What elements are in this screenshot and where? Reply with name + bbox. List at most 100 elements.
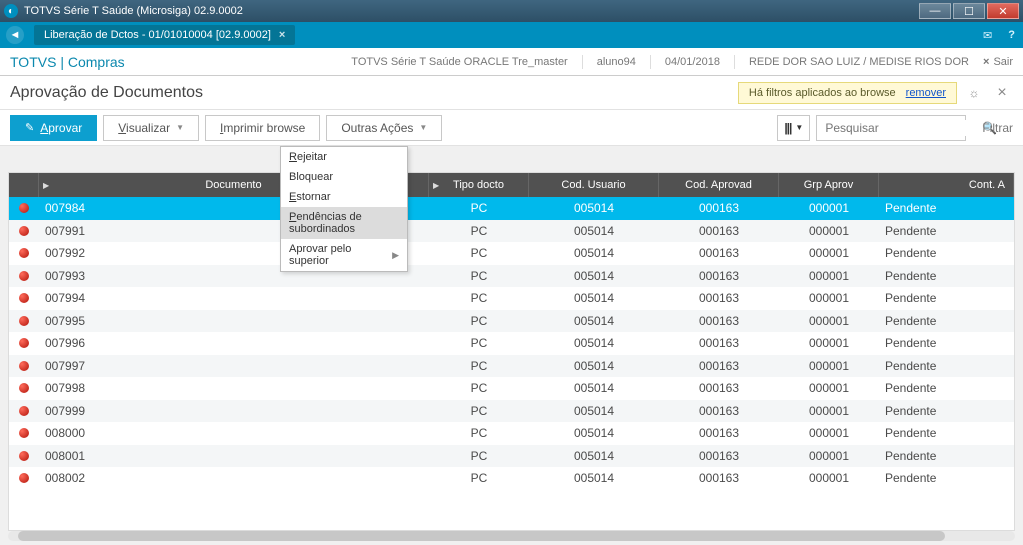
meta-org: REDE DOR SAO LUIZ / MEDISE RIOS DOR xyxy=(749,56,969,68)
cell-tipo: PC xyxy=(429,336,529,350)
cell-usuario: 005014 xyxy=(529,291,659,305)
visualizar-label: Visualizar xyxy=(118,121,170,135)
visualizar-button[interactable]: Visualizar ▼ xyxy=(103,115,199,141)
cell-aprovad: 000163 xyxy=(659,471,779,485)
status-cell xyxy=(9,473,39,483)
cell-aprovad: 000163 xyxy=(659,449,779,463)
sort-icon: ▶ xyxy=(433,181,439,190)
imprimir-button[interactable]: Imprimir browse xyxy=(205,115,320,141)
close-panel-icon[interactable]: × xyxy=(991,82,1013,104)
search-input[interactable] xyxy=(823,120,982,136)
data-table: ▶Documento ▶Tipo docto Cod. Usuario Cod.… xyxy=(8,172,1015,531)
window-close-button[interactable]: ✕ xyxy=(987,3,1019,19)
columns-icon: ||| xyxy=(784,121,791,135)
cell-aprovad: 000163 xyxy=(659,291,779,305)
meta-user: aluno94 xyxy=(597,56,636,68)
tab-liberacao[interactable]: Liberação de Dctos - 01/01010004 [02.9.0… xyxy=(34,25,295,45)
settings-icon[interactable]: ☼ xyxy=(963,82,985,104)
status-bullet-icon xyxy=(19,451,29,461)
cell-status: Pendente xyxy=(879,404,1009,418)
table-row[interactable]: 007992PC005014000163000001Pendente xyxy=(9,242,1014,265)
menu-bloquear[interactable]: Bloquear xyxy=(281,167,407,187)
view-toggle[interactable]: ||| ▼ xyxy=(777,115,810,141)
imprimir-label: Imprimir browse xyxy=(220,121,305,135)
submenu-arrow-icon: ▶ xyxy=(392,250,399,261)
mail-icon[interactable]: ✉ xyxy=(983,29,992,42)
table-row[interactable]: 007997PC005014000163000001Pendente xyxy=(9,355,1014,378)
table-row[interactable]: 007984PC005014000163000001Pendente xyxy=(9,197,1014,220)
filtrar-link[interactable]: Filtrar xyxy=(982,121,1013,135)
status-cell xyxy=(9,316,39,326)
menu-aprovar-superior[interactable]: Aprovar pelo superior▶ xyxy=(281,239,407,271)
toolbar: ✎ Aprovar Visualizar ▼ Imprimir browse O… xyxy=(0,110,1023,146)
minimize-button[interactable]: — xyxy=(919,3,951,19)
cell-usuario: 005014 xyxy=(529,201,659,215)
cell-grp: 000001 xyxy=(779,201,879,215)
table-row[interactable]: 007991PC005014000163000001Pendente xyxy=(9,220,1014,243)
menu-estornar[interactable]: Estornar xyxy=(281,187,407,207)
col-tipo[interactable]: ▶Tipo docto xyxy=(429,173,529,197)
cell-documento: 007999 xyxy=(39,404,429,418)
outras-acoes-button[interactable]: Outras Ações ▼ xyxy=(326,115,442,141)
table-row[interactable]: 008002PC005014000163000001Pendente xyxy=(9,467,1014,490)
cell-usuario: 005014 xyxy=(529,426,659,440)
cell-status: Pendente xyxy=(879,246,1009,260)
search-box[interactable]: 🔍 xyxy=(816,115,966,141)
cell-usuario: 005014 xyxy=(529,246,659,260)
status-bullet-icon xyxy=(19,271,29,281)
exit-button[interactable]: ×Sair xyxy=(983,56,1013,68)
col-aprovad[interactable]: Cod. Aprovad xyxy=(659,173,779,197)
menu-rejeitar[interactable]: Rejeitar xyxy=(281,147,407,167)
col-cont[interactable]: Cont. A xyxy=(879,173,1014,197)
help-icon[interactable]: ? xyxy=(1008,29,1015,41)
status-bullet-icon xyxy=(19,473,29,483)
table-row[interactable]: 007995PC005014000163000001Pendente xyxy=(9,310,1014,333)
cell-status: Pendente xyxy=(879,224,1009,238)
status-cell xyxy=(9,406,39,416)
table-body: 007984PC005014000163000001Pendente007991… xyxy=(9,197,1014,490)
status-bullet-icon xyxy=(19,361,29,371)
cell-status: Pendente xyxy=(879,201,1009,215)
meta-env: TOTVS Série T Saúde ORACLE Tre_master xyxy=(351,56,567,68)
table-row[interactable]: 008001PC005014000163000001Pendente xyxy=(9,445,1014,468)
cell-grp: 000001 xyxy=(779,381,879,395)
status-cell xyxy=(9,203,39,213)
table-row[interactable]: 007996PC005014000163000001Pendente xyxy=(9,332,1014,355)
cell-aprovad: 000163 xyxy=(659,269,779,283)
cell-documento: 008000 xyxy=(39,426,429,440)
home-icon[interactable]: ◄ xyxy=(6,26,24,44)
page-header: Aprovação de Documentos Há filtros aplic… xyxy=(0,76,1023,110)
status-cell xyxy=(9,451,39,461)
cell-grp: 000001 xyxy=(779,426,879,440)
app-icon: ◐ xyxy=(4,4,18,18)
tab-close-icon[interactable]: × xyxy=(279,29,285,41)
cell-aprovad: 000163 xyxy=(659,336,779,350)
horizontal-scrollbar[interactable] xyxy=(8,531,1015,541)
menu-pendencias[interactable]: Pendências de subordinados xyxy=(281,207,407,239)
table-row[interactable]: 007998PC005014000163000001Pendente xyxy=(9,377,1014,400)
table-row[interactable]: 007999PC005014000163000001Pendente xyxy=(9,400,1014,423)
filter-notice-text: Há filtros aplicados ao browse xyxy=(749,87,896,99)
table-row[interactable]: 008000PC005014000163000001Pendente xyxy=(9,422,1014,445)
table-row[interactable]: 007993PC005014000163000001Pendente xyxy=(9,265,1014,288)
col-usuario[interactable]: Cod. Usuario xyxy=(529,173,659,197)
cell-status: Pendente xyxy=(879,314,1009,328)
cell-usuario: 005014 xyxy=(529,314,659,328)
maximize-button[interactable]: ☐ xyxy=(953,3,985,19)
cell-grp: 000001 xyxy=(779,224,879,238)
cell-tipo: PC xyxy=(429,246,529,260)
scrollbar-thumb[interactable] xyxy=(18,531,944,541)
tab-label: Liberação de Dctos - 01/01010004 [02.9.0… xyxy=(44,29,271,41)
caret-down-icon: ▼ xyxy=(176,123,184,132)
status-bullet-icon xyxy=(19,338,29,348)
table-row[interactable]: 007994PC005014000163000001Pendente xyxy=(9,287,1014,310)
col-status[interactable] xyxy=(9,173,39,197)
col-grp[interactable]: Grp Aprov xyxy=(779,173,879,197)
cell-aprovad: 000163 xyxy=(659,381,779,395)
cell-grp: 000001 xyxy=(779,269,879,283)
cell-grp: 000001 xyxy=(779,449,879,463)
cell-documento: 007995 xyxy=(39,314,429,328)
aprovar-button[interactable]: ✎ Aprovar xyxy=(10,115,97,141)
cell-tipo: PC xyxy=(429,426,529,440)
filter-remove-link[interactable]: remover xyxy=(906,87,946,99)
